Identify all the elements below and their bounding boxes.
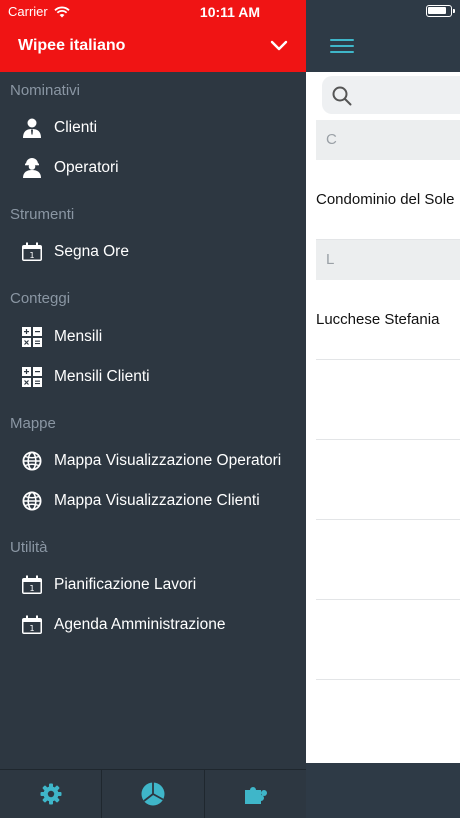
empty-row bbox=[316, 440, 460, 520]
drawer-bottom-bar bbox=[0, 769, 306, 818]
group-label-nominativi: Nominativi bbox=[10, 82, 81, 99]
svg-text:1: 1 bbox=[29, 624, 34, 633]
menu-item-mensili-clienti[interactable]: Mensili Clienti bbox=[0, 357, 306, 397]
worker-icon bbox=[21, 157, 43, 179]
svg-text:1: 1 bbox=[29, 584, 34, 593]
settings-tab[interactable] bbox=[0, 770, 103, 818]
calendar-icon: 1 bbox=[21, 241, 43, 263]
menu-item-agenda-amministrazione[interactable]: 1 Agenda Amministrazione bbox=[0, 605, 306, 645]
person-icon bbox=[21, 117, 43, 139]
puzzle-icon bbox=[245, 787, 268, 804]
menu-item-label: Segna Ore bbox=[54, 243, 129, 260]
menu-item-label: Mappa Visualizzazione Operatori bbox=[54, 452, 282, 469]
empty-row bbox=[316, 600, 460, 680]
menu-item-mappa-clienti[interactable]: Mappa Visualizzazione Clienti bbox=[0, 481, 306, 521]
menu-item-mensili[interactable]: Mensili bbox=[0, 317, 306, 357]
svg-text:1: 1 bbox=[29, 251, 34, 260]
hamburger-menu-icon[interactable] bbox=[330, 39, 354, 55]
group-label-mappe: Mappe bbox=[10, 415, 56, 432]
menu-item-clienti[interactable]: Clienti bbox=[0, 108, 306, 148]
group-label-conteggi: Conteggi bbox=[10, 290, 71, 307]
globe-icon bbox=[21, 450, 43, 472]
menu-item-operatori[interactable]: Operatori bbox=[0, 148, 306, 188]
menu-item-label: Mensili Clienti bbox=[54, 368, 150, 385]
empty-row bbox=[316, 360, 460, 440]
menu-item-label: Operatori bbox=[54, 159, 119, 176]
menu-item-label: Mensili bbox=[54, 328, 103, 345]
search-input[interactable] bbox=[322, 76, 460, 114]
calculator-icon bbox=[21, 366, 43, 388]
list-item[interactable]: Condominio del Sole bbox=[316, 160, 460, 240]
plugins-tab[interactable] bbox=[205, 770, 306, 818]
search-icon bbox=[332, 86, 352, 106]
globe-icon bbox=[21, 490, 43, 512]
list-item[interactable]: Lucchese Stefania bbox=[316, 280, 460, 360]
gear-icon bbox=[40, 783, 62, 805]
section-header-l: L bbox=[316, 240, 460, 280]
menu-item-label: Mappa Visualizzazione Clienti bbox=[54, 492, 260, 509]
calendar-icon: 1 bbox=[21, 574, 43, 596]
menu-item-label: Agenda Amministrazione bbox=[54, 616, 226, 633]
menu-item-pianificazione-lavori[interactable]: 1 Pianificazione Lavori bbox=[0, 565, 306, 605]
side-drawer: Carrier Wipee italiano Nominativi Client… bbox=[0, 0, 306, 818]
calculator-icon bbox=[21, 326, 43, 348]
section-header-c: C bbox=[316, 120, 460, 160]
status-time: 10:11 AM bbox=[199, 4, 261, 20]
content-footer bbox=[306, 763, 460, 818]
menu-item-segna-ore[interactable]: 1 Segna Ore bbox=[0, 232, 306, 272]
empty-row bbox=[316, 520, 460, 600]
stats-tab[interactable] bbox=[102, 770, 205, 818]
menu-item-label: Pianificazione Lavori bbox=[54, 576, 197, 593]
menu-item-label: Clienti bbox=[54, 119, 98, 136]
calendar-icon: 1 bbox=[21, 614, 43, 636]
main-content: C Condominio del Sole L Lucchese Stefani… bbox=[306, 0, 460, 818]
group-label-strumenti: Strumenti bbox=[10, 206, 75, 223]
group-label-utilita: Utilità bbox=[10, 539, 48, 556]
app-title[interactable]: Wipee italiano bbox=[18, 37, 125, 55]
menu-item-mappa-operatori[interactable]: Mappa Visualizzazione Operatori bbox=[0, 441, 306, 481]
chevron-down-icon[interactable] bbox=[270, 40, 288, 52]
pie-chart-icon bbox=[141, 782, 165, 806]
